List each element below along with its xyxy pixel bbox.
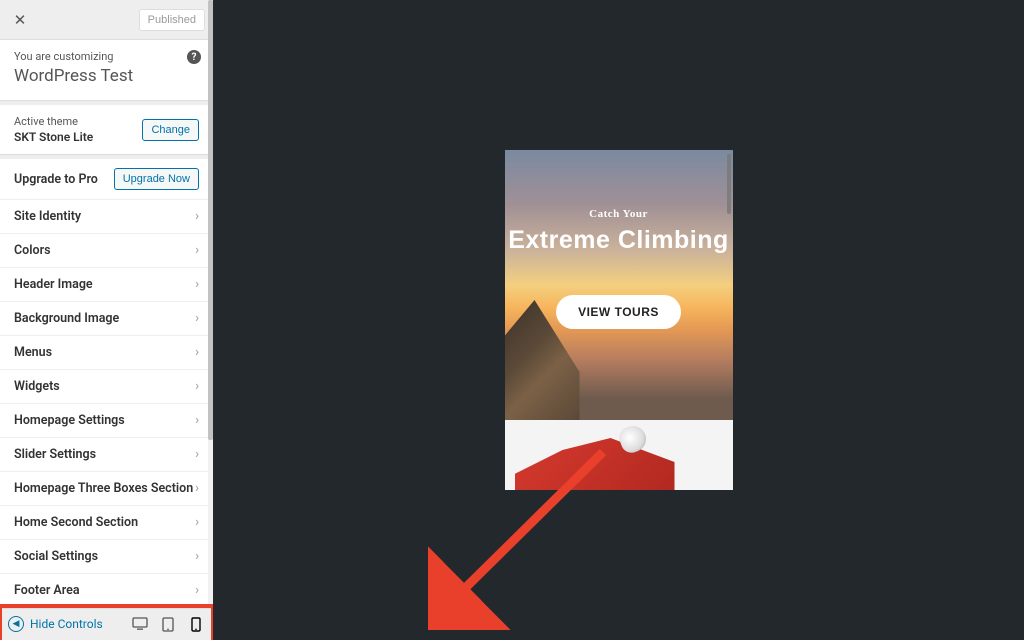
customizer-footer: ◀ Hide Controls xyxy=(0,608,213,640)
section-label: Homepage Settings xyxy=(14,413,125,428)
section-slider-settings[interactable]: Slider Settings › xyxy=(0,438,213,472)
section-header-image[interactable]: Header Image › xyxy=(0,268,213,302)
change-theme-button[interactable]: Change xyxy=(142,119,199,141)
section-label: Social Settings xyxy=(14,549,98,564)
hero-headline: Extreme Climbing xyxy=(508,226,729,255)
section-background-image[interactable]: Background Image › xyxy=(0,302,213,336)
chevron-right-icon: › xyxy=(195,243,199,258)
section-colors[interactable]: Colors › xyxy=(0,234,213,268)
mobile-icon xyxy=(191,617,201,632)
section-upgrade-to-pro[interactable]: Upgrade to Pro Upgrade Now xyxy=(0,159,213,200)
active-theme-label: Active theme xyxy=(14,115,93,128)
chevron-right-icon: › xyxy=(195,345,199,360)
sidebar-topbar: ✕ Published xyxy=(0,0,213,40)
publish-status-button[interactable]: Published xyxy=(139,9,205,31)
climber-graphic xyxy=(515,438,675,490)
preview-pane: Catch Your Extreme Climbing VIEW TOURS xyxy=(213,0,1024,640)
chevron-right-icon: › xyxy=(195,277,199,292)
device-preview-switcher xyxy=(131,615,205,633)
section-site-identity[interactable]: Site Identity › xyxy=(0,200,213,234)
chevron-right-icon: › xyxy=(195,549,199,564)
view-tours-button[interactable]: VIEW TOURS xyxy=(556,295,681,329)
section-footer-area[interactable]: Footer Area › xyxy=(0,574,213,608)
section-social-settings[interactable]: Social Settings › xyxy=(0,540,213,574)
chevron-right-icon: › xyxy=(195,413,199,428)
section-homepage-settings[interactable]: Homepage Settings › xyxy=(0,404,213,438)
close-icon: ✕ xyxy=(14,11,27,29)
chevron-right-icon: › xyxy=(195,481,199,496)
customizing-header: You are customizing WordPress Test ? xyxy=(0,40,213,101)
chevron-right-icon: › xyxy=(195,583,199,598)
upgrade-now-button[interactable]: Upgrade Now xyxy=(114,168,199,190)
chevron-right-icon: › xyxy=(195,515,199,530)
hero-section: Catch Your Extreme Climbing VIEW TOURS xyxy=(505,150,733,420)
close-customizer-button[interactable]: ✕ xyxy=(8,8,32,32)
section-label: Slider Settings xyxy=(14,447,96,462)
hide-controls-label: Hide Controls xyxy=(30,617,103,631)
customizing-label: You are customizing xyxy=(14,50,199,63)
section-label: Footer Area xyxy=(14,583,80,598)
chevron-right-icon: › xyxy=(195,209,199,224)
section-label: Menus xyxy=(14,345,52,360)
mobile-preview-frame[interactable]: Catch Your Extreme Climbing VIEW TOURS xyxy=(505,150,733,490)
customizer-sidebar: ✕ Published You are customizing WordPres… xyxy=(0,0,213,640)
section-menus[interactable]: Menus › xyxy=(0,336,213,370)
section-home-second-section[interactable]: Home Second Section › xyxy=(0,506,213,540)
section-label: Homepage Three Boxes Section xyxy=(14,481,193,496)
active-theme-row: Active theme SKT Stone Lite Change xyxy=(0,105,213,155)
section-label: Header Image xyxy=(14,277,93,292)
hero-tagline: Catch Your xyxy=(589,208,648,220)
section-label: Home Second Section xyxy=(14,515,138,530)
hero-below-section xyxy=(505,420,733,490)
collapse-left-icon: ◀ xyxy=(8,616,24,632)
section-label: Background Image xyxy=(14,311,119,326)
sections-list: Upgrade to Pro Upgrade Now Site Identity… xyxy=(0,159,213,608)
preview-scrollbar[interactable] xyxy=(727,154,731,214)
device-mobile-button[interactable] xyxy=(187,615,205,633)
device-desktop-button[interactable] xyxy=(131,615,149,633)
chevron-right-icon: › xyxy=(195,447,199,462)
section-label: Colors xyxy=(14,243,51,258)
device-tablet-button[interactable] xyxy=(159,615,177,633)
chevron-right-icon: › xyxy=(195,311,199,326)
section-label: Site Identity xyxy=(14,209,81,224)
help-icon[interactable]: ? xyxy=(187,50,201,64)
desktop-icon xyxy=(132,617,148,631)
section-label: Widgets xyxy=(14,379,60,394)
tablet-icon xyxy=(162,617,174,632)
active-theme-name: SKT Stone Lite xyxy=(14,130,93,144)
hide-controls-button[interactable]: ◀ Hide Controls xyxy=(8,616,103,632)
section-widgets[interactable]: Widgets › xyxy=(0,370,213,404)
section-homepage-three-boxes[interactable]: Homepage Three Boxes Section › xyxy=(0,472,213,506)
section-label: Upgrade to Pro xyxy=(14,172,98,187)
chevron-right-icon: › xyxy=(195,379,199,394)
site-title: WordPress Test xyxy=(14,66,199,86)
